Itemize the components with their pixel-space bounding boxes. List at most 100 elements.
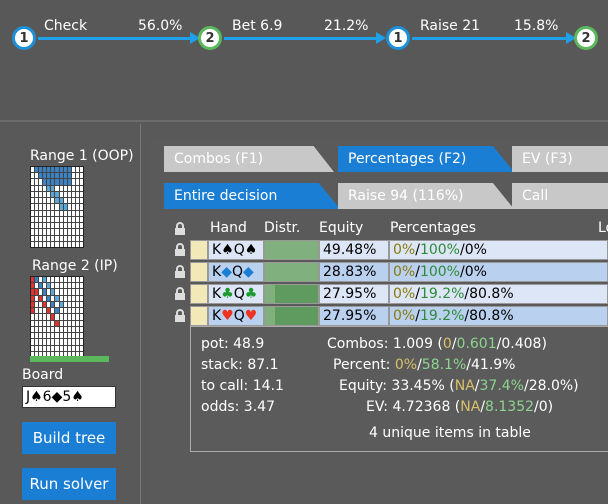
range-cell[interactable] [63,204,67,210]
range-cell[interactable] [71,185,75,191]
range-cell[interactable] [51,229,55,235]
range-cell[interactable] [51,283,55,289]
range-cell[interactable] [67,333,71,339]
range-cell[interactable] [47,185,51,191]
range-cell[interactable] [55,277,59,283]
range-cell[interactable] [39,216,43,223]
range-cell[interactable] [39,191,43,198]
range-cell[interactable] [79,295,83,301]
range-cell[interactable] [39,198,43,204]
range-cell[interactable] [67,173,71,179]
range-cell[interactable] [31,326,35,333]
range-cell[interactable] [79,326,83,333]
range-cell[interactable] [79,308,83,314]
range-cell[interactable] [63,210,67,216]
range-cell[interactable] [55,167,59,173]
range-cell[interactable] [51,345,55,351]
range-cell[interactable] [71,235,75,241]
range-cell[interactable] [67,283,71,289]
range-cell[interactable] [47,241,51,247]
range-cell[interactable] [43,277,47,283]
range-cell[interactable] [51,289,55,295]
range-cell[interactable] [43,339,47,345]
range-cell[interactable] [71,241,75,247]
range-cell[interactable] [35,173,39,179]
range-cell[interactable] [31,204,35,210]
range-cell[interactable] [79,185,83,191]
tab-ev[interactable]: EV (F3) [512,146,608,172]
range-cell[interactable] [31,198,35,204]
range-cell[interactable] [79,345,83,351]
range-cell[interactable] [51,320,55,326]
range-cell[interactable] [75,210,79,216]
range-cell[interactable] [39,301,43,308]
tab-call[interactable]: Call [512,183,608,209]
range-cell[interactable] [67,179,71,185]
range-cell[interactable] [67,308,71,314]
range-cell[interactable] [35,289,39,295]
range-cell[interactable] [55,173,59,179]
range-cell[interactable] [75,339,79,345]
range-cell[interactable] [59,223,63,229]
range-cell[interactable] [75,295,79,301]
range-cell[interactable] [43,235,47,241]
range-cell[interactable] [63,345,67,351]
range-cell[interactable] [43,301,47,308]
range-cell[interactable] [47,308,51,314]
range-cell[interactable] [67,235,71,241]
header-percentages[interactable]: Percentages [390,220,476,238]
range-cell[interactable] [47,204,51,210]
range-cell[interactable] [35,185,39,191]
range-cell[interactable] [75,314,79,320]
range-cell[interactable] [39,283,43,289]
range-cell[interactable] [67,241,71,247]
range-cell[interactable] [47,173,51,179]
range-cell[interactable] [31,229,35,235]
range-cell[interactable] [67,216,71,223]
range-cell[interactable] [63,185,67,191]
range-cell[interactable] [71,277,75,283]
range-cell[interactable] [35,345,39,351]
range-cell[interactable] [79,314,83,320]
range-cell[interactable] [39,277,43,283]
range-cell[interactable] [71,320,75,326]
range-cell[interactable] [43,295,47,301]
range-cell[interactable] [55,326,59,333]
range-cell[interactable] [51,301,55,308]
range-cell[interactable] [39,204,43,210]
range-cell[interactable] [67,167,71,173]
range-cell[interactable] [51,326,55,333]
range-cell[interactable] [47,277,51,283]
range-cell[interactable] [43,229,47,235]
edge-action[interactable]: Raise 21 [420,18,480,34]
range-cell[interactable] [75,333,79,339]
range-cell[interactable] [51,241,55,247]
range-cell[interactable] [63,191,67,198]
range-cell[interactable] [75,345,79,351]
range-cell[interactable] [75,173,79,179]
range-cell[interactable] [31,210,35,216]
range-cell[interactable] [55,241,59,247]
range-cell[interactable] [55,345,59,351]
range-cell[interactable] [71,179,75,185]
range-cell[interactable] [71,283,75,289]
range-cell[interactable] [63,320,67,326]
range-cell[interactable] [55,314,59,320]
build-tree-button[interactable]: Build tree [22,422,116,454]
range-cell[interactable] [47,314,51,320]
range-cell[interactable] [39,333,43,339]
lock-icon[interactable] [174,243,186,256]
range-cell[interactable] [75,216,79,223]
range-cell[interactable] [43,216,47,223]
range-cell[interactable] [39,223,43,229]
range-cell[interactable] [51,185,55,191]
range-cell[interactable] [63,167,67,173]
range-cell[interactable] [59,185,63,191]
range-cell[interactable] [47,326,51,333]
range-cell[interactable] [35,204,39,210]
range-cell[interactable] [79,320,83,326]
range-cell[interactable] [67,204,71,210]
tab-raise[interactable]: Raise 94 (116%) [338,183,514,209]
range-cell[interactable] [59,235,63,241]
range-cell[interactable] [47,345,51,351]
